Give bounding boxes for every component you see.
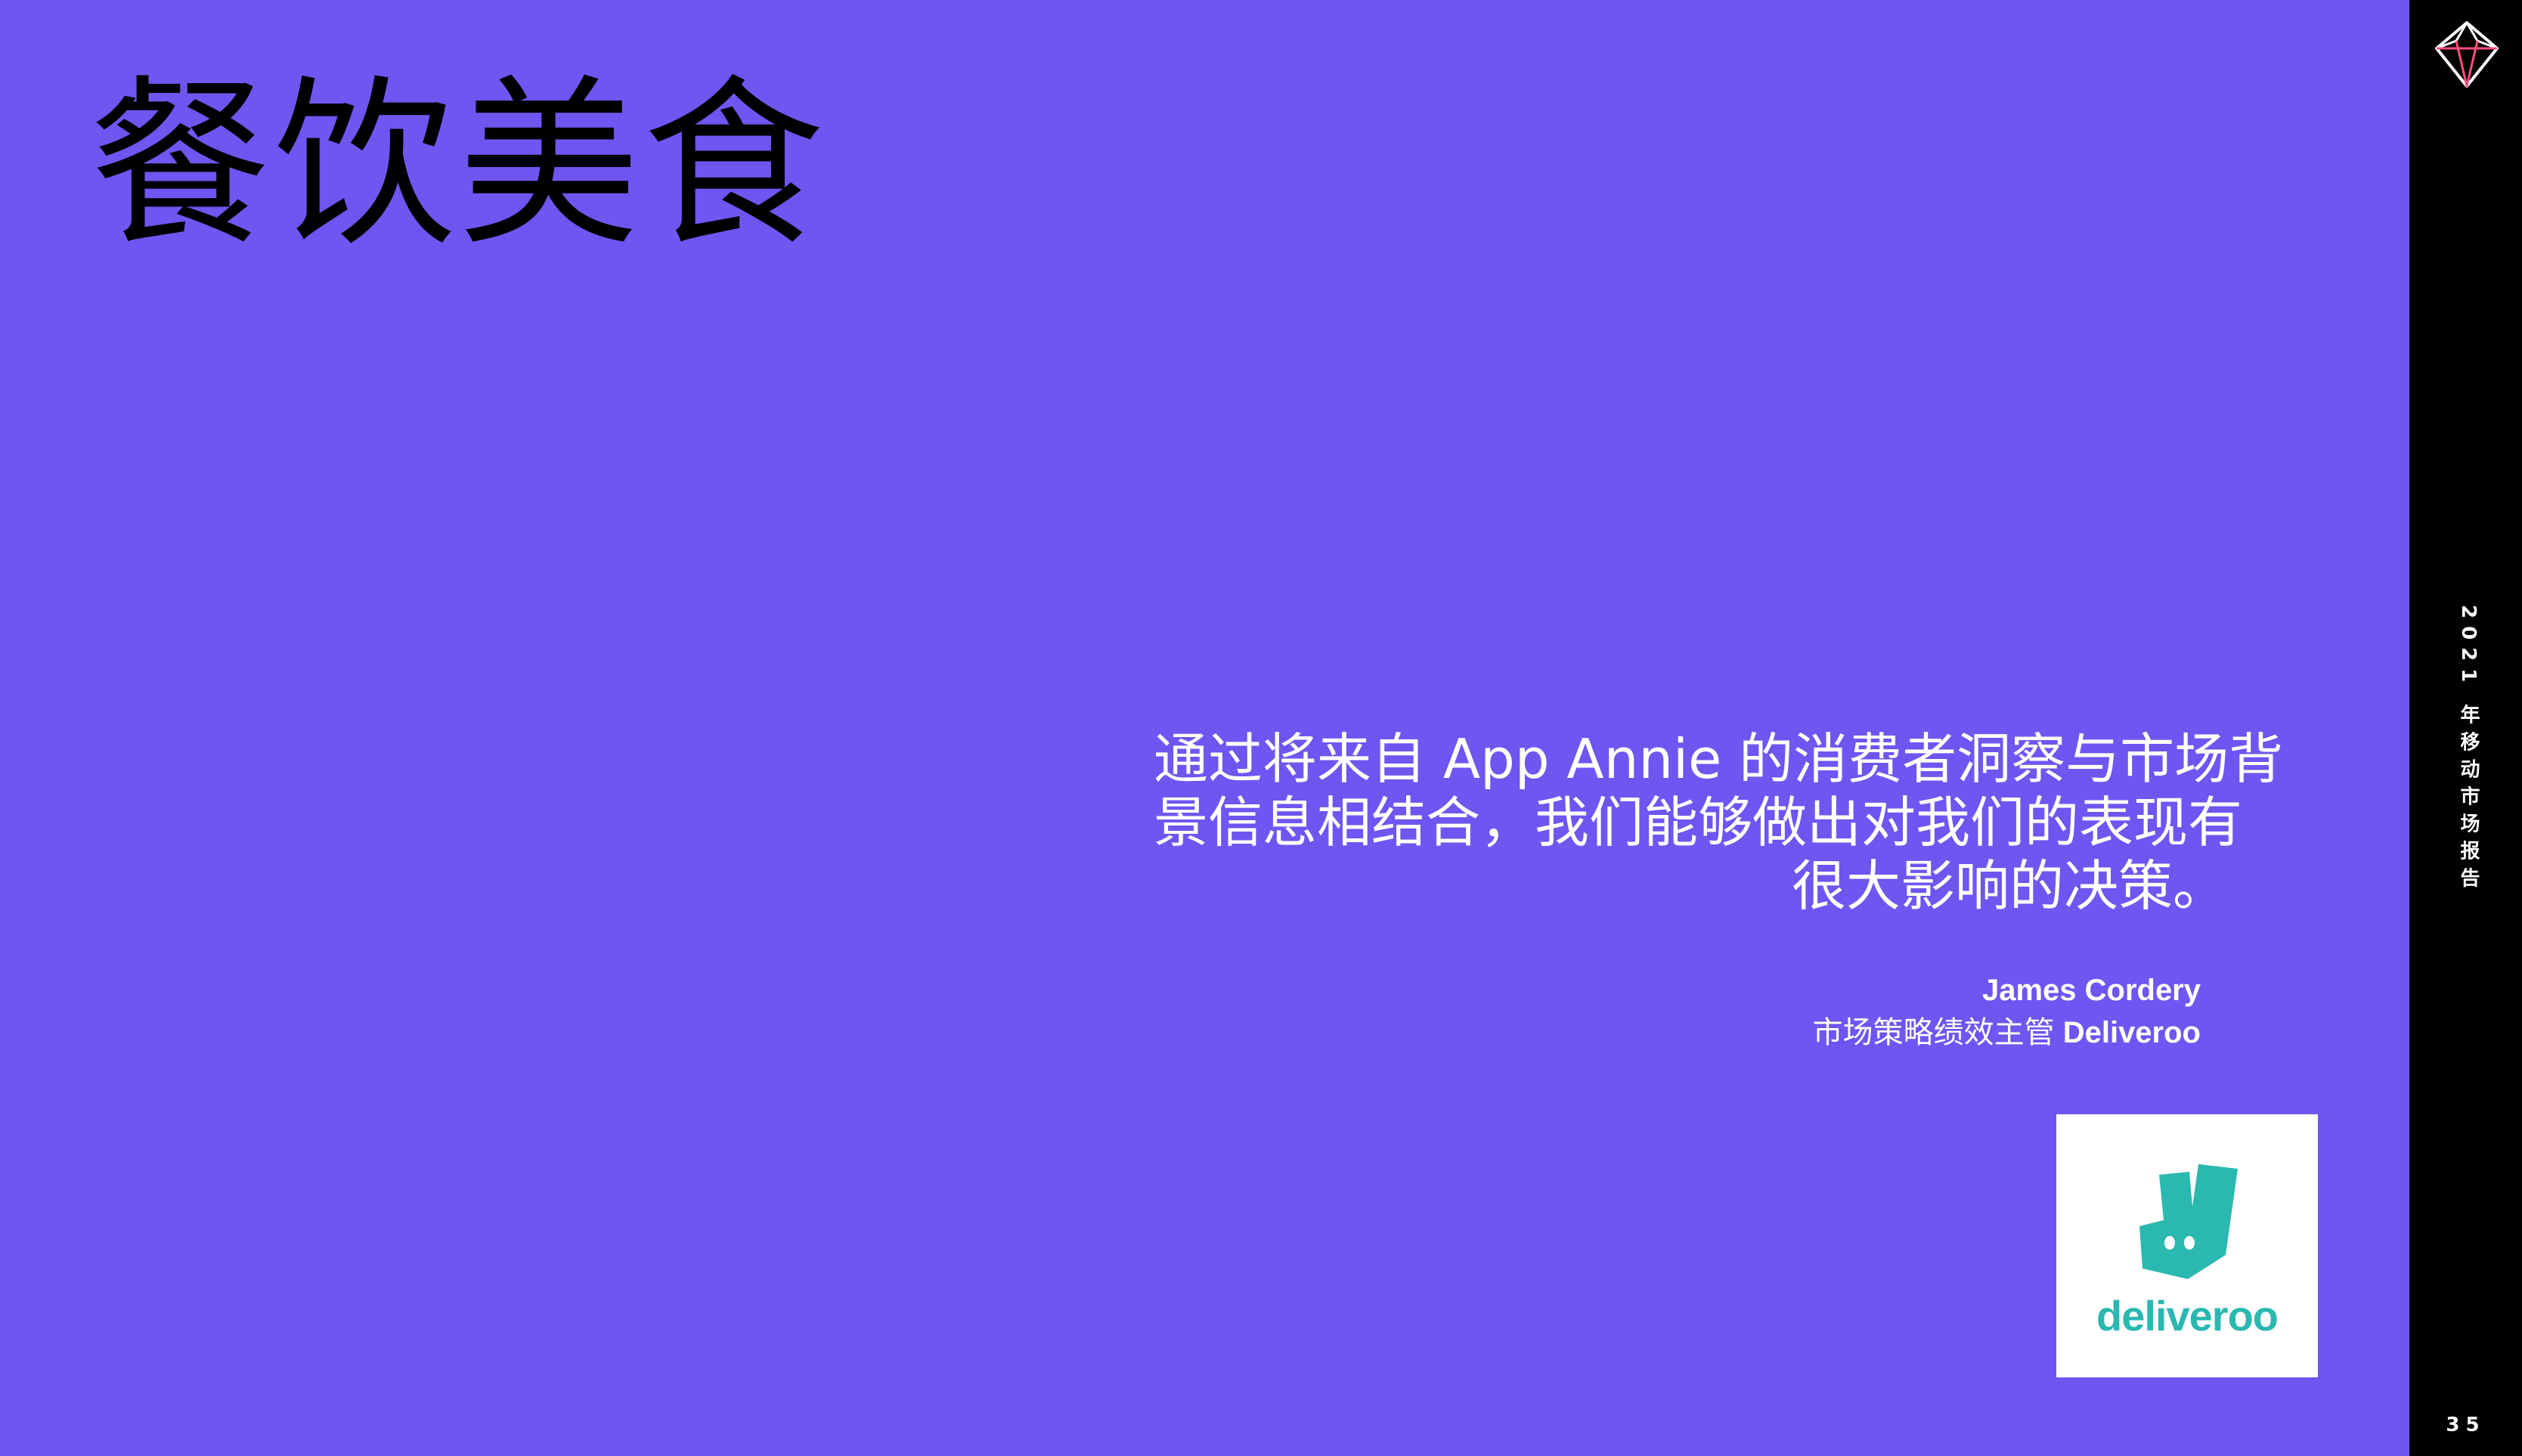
attribution-company: Deliveroo [2062,1016,2201,1049]
deliveroo-logo: deliveroo [2056,1114,2318,1377]
attribution-name: James Cordery [1981,974,2201,1007]
attribution: James Cordery 市场策略绩效主管 Deliveroo [1813,969,2201,1054]
deliveroo-wordmark: deliveroo [2096,1292,2279,1340]
attribution-role: 市场策略绩效主管 [1812,1016,2055,1049]
diamond-icon [2435,21,2499,88]
quote-line: 景信息相结合，我们能够做出对我们的表现有 [1154,791,2243,854]
attribution-role-line: 市场策略绩效主管 Deliveroo [1813,1011,2201,1054]
page-number: 35 [2446,1414,2486,1436]
quote: 通过将来自 App Annie 的消费者洞察与市场背 景信息相结合，我们能够做出… [1154,727,2284,918]
page-title: 餐饮美食 [89,59,828,271]
sidebar: 2021 年移动市场报告 35 [2409,0,2522,1456]
quote-line: 很大影响的决策。 [1791,854,2227,918]
slide: 餐饮美食 通过将来自 App Annie 的消费者洞察与市场背 景信息相结合，我… [0,0,2409,1456]
report-label: 2021 年移动市场报告 [2457,605,2480,895]
quote-line: 通过将来自 App Annie 的消费者洞察与市场背 [1154,727,2284,791]
deliveroo-kangaroo-icon [2139,1164,2238,1279]
